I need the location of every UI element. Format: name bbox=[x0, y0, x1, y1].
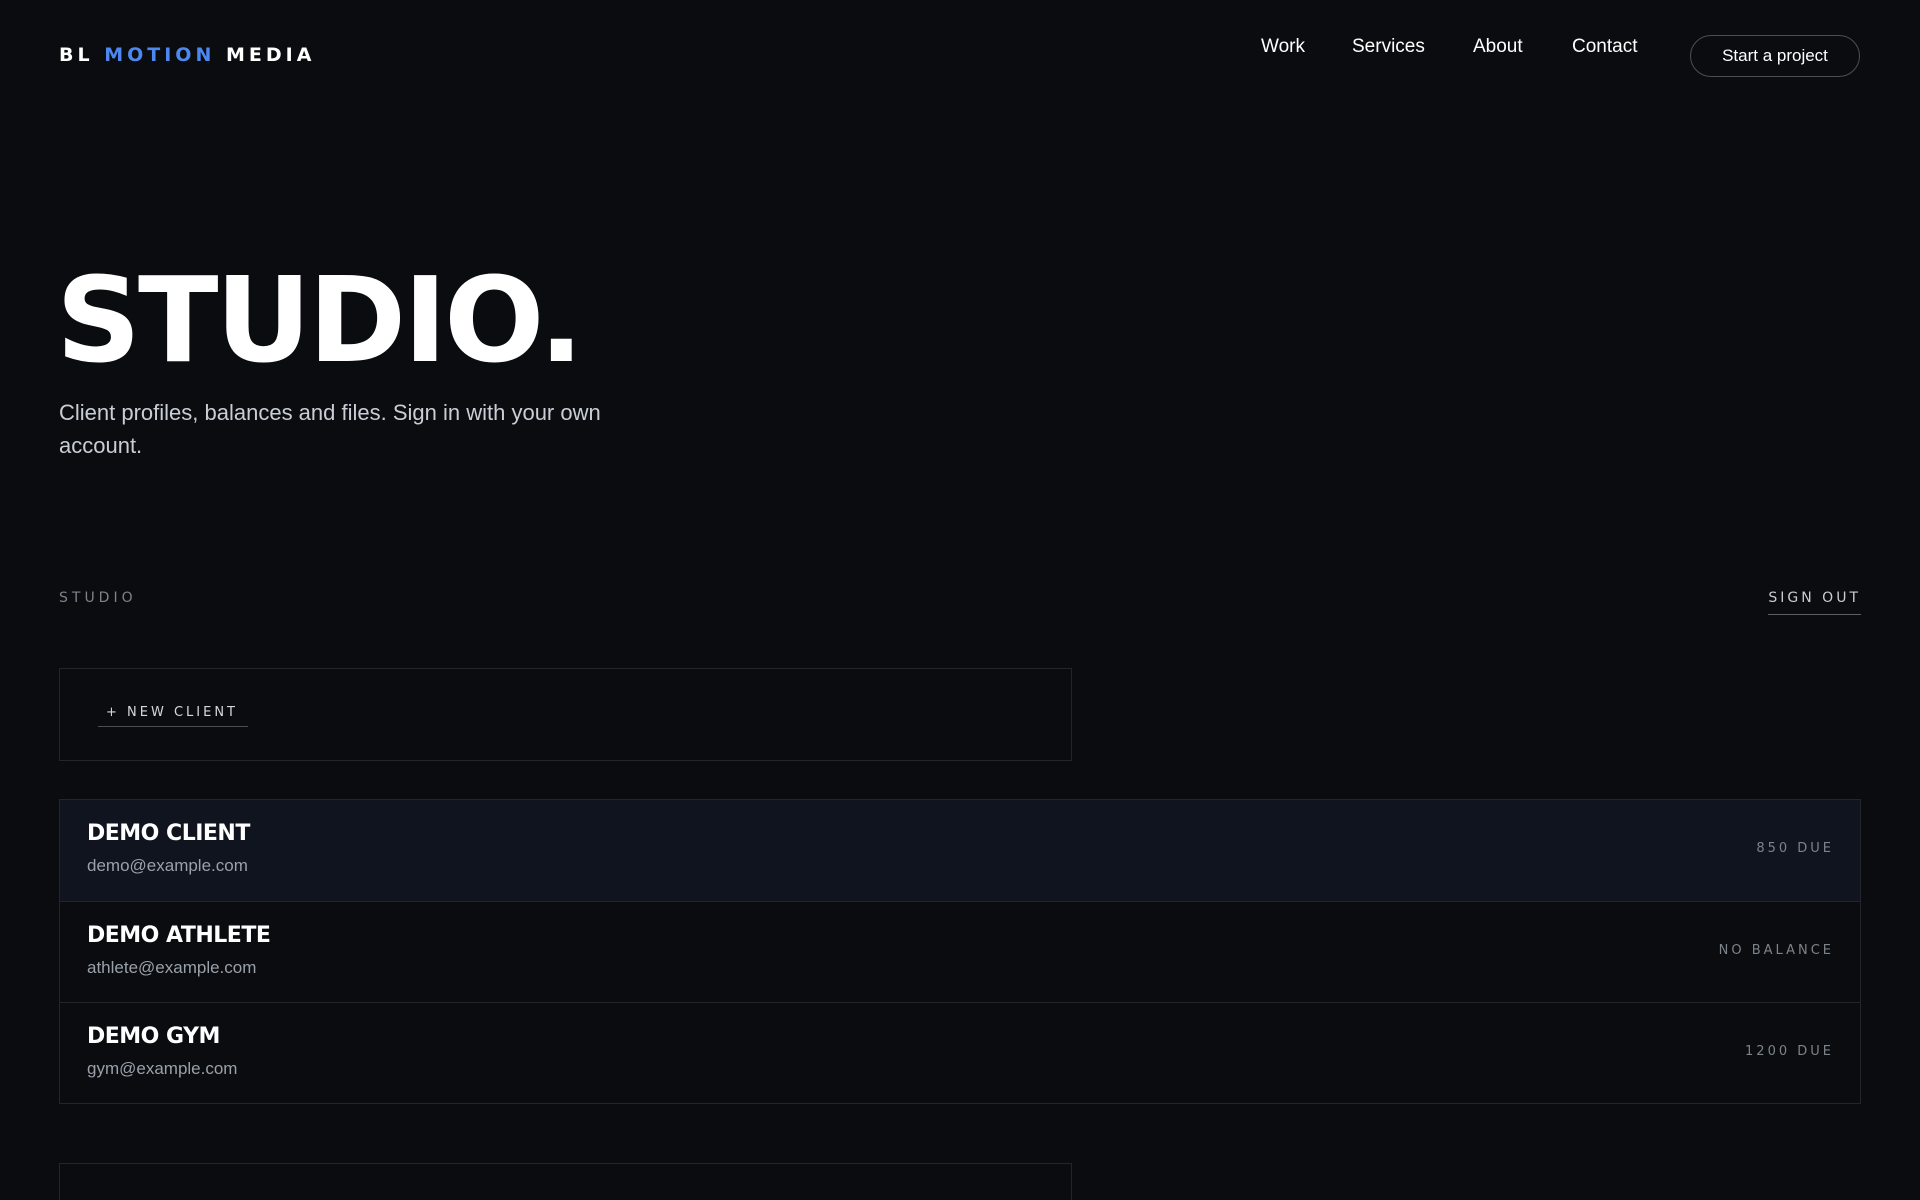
client-name: DEMO ATHLETE bbox=[87, 923, 271, 948]
client-balance-badge: 850 DUE bbox=[1756, 841, 1834, 856]
client-name: DEMO CLIENT bbox=[87, 821, 250, 846]
nav-link-contact[interactable]: Contact bbox=[1572, 36, 1637, 60]
page: BL MOTION MEDIA Work Services About Cont… bbox=[0, 0, 1920, 1200]
brand-logo[interactable]: BL MOTION MEDIA bbox=[59, 44, 315, 66]
client-row[interactable]: DEMO GYM gym@example.com 1200 DUE bbox=[60, 1002, 1860, 1103]
start-project-button[interactable]: Start a project bbox=[1690, 35, 1860, 77]
page-title: STUDIO. bbox=[56, 251, 584, 389]
new-client-panel: + NEW CLIENT bbox=[59, 668, 1072, 761]
client-row[interactable]: DEMO CLIENT demo@example.com 850 DUE bbox=[60, 800, 1860, 901]
nav-link-work[interactable]: Work bbox=[1261, 36, 1305, 60]
client-balance-badge: 1200 DUE bbox=[1745, 1044, 1834, 1059]
client-email: gym@example.com bbox=[87, 1059, 238, 1078]
client-list: DEMO CLIENT demo@example.com 850 DUE DEM… bbox=[59, 799, 1861, 1104]
client-row[interactable]: DEMO ATHLETE athlete@example.com NO BALA… bbox=[60, 901, 1860, 1002]
brand-logo-part3: MEDIA bbox=[226, 44, 316, 66]
brand-logo-part2: MOTION bbox=[104, 44, 216, 66]
client-name: DEMO GYM bbox=[87, 1024, 220, 1049]
nav-link-about[interactable]: About bbox=[1473, 36, 1523, 60]
page-subtitle: Client profiles, balances and files. Sig… bbox=[59, 400, 601, 458]
client-email: athlete@example.com bbox=[87, 958, 257, 977]
sign-out-link[interactable]: SIGN OUT bbox=[1768, 590, 1861, 615]
nav-link-services[interactable]: Services bbox=[1352, 36, 1425, 60]
next-panel bbox=[59, 1163, 1072, 1200]
new-client-button[interactable]: + NEW CLIENT bbox=[98, 705, 248, 727]
section-label: STUDIO bbox=[59, 590, 137, 606]
client-balance-badge: NO BALANCE bbox=[1718, 943, 1834, 958]
client-email: demo@example.com bbox=[87, 856, 248, 875]
brand-logo-part1: BL bbox=[59, 44, 94, 66]
